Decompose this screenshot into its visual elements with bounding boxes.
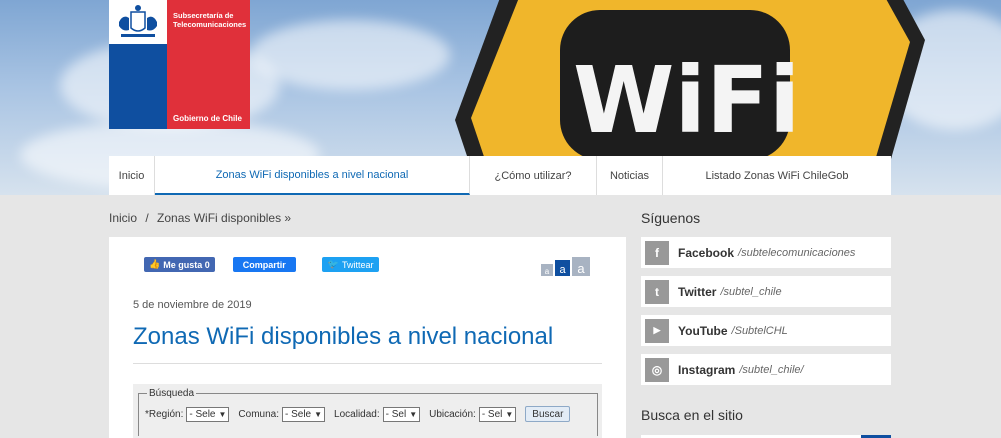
- breadcrumb-home[interactable]: Inicio: [109, 211, 137, 225]
- font-size-controls: a a a: [541, 257, 590, 276]
- region-select[interactable]: - Sele ▼: [186, 406, 230, 422]
- main-nav: Inicio Zonas WiFi disponibles a nivel na…: [109, 156, 891, 195]
- nav-item-como-utilizar[interactable]: ¿Cómo utilizar?: [470, 156, 597, 195]
- localidad-select[interactable]: - Sel ▼: [382, 406, 421, 422]
- article-date: 5 de noviembre de 2019: [133, 299, 252, 311]
- site-search-title: Busca en el sitio: [641, 407, 743, 423]
- instagram-icon: ◎: [645, 357, 669, 382]
- ubicacion-select-value: - Sel: [481, 408, 503, 420]
- logo-shield-area: [109, 0, 167, 44]
- title-divider: [133, 363, 602, 364]
- search-form-container: Búsqueda *Región: - Sele ▼ Comuna: - Sele…: [133, 384, 602, 438]
- chevron-down-icon: ▼: [218, 409, 227, 419]
- svg-text:WiFi: WiFi: [573, 47, 800, 154]
- social-link-youtube[interactable]: ▶ YouTube /SubtelCHL: [641, 315, 891, 346]
- ubicacion-select[interactable]: - Sel ▼: [478, 406, 517, 422]
- buscar-button[interactable]: Buscar: [525, 406, 571, 422]
- twitter-icon: t: [645, 279, 669, 304]
- follow-us-title: Síguenos: [641, 210, 701, 226]
- coat-of-arms-icon: [119, 5, 157, 37]
- gobierno-logo[interactable]: Subsecretaría de Telecomunicaciones Gobi…: [109, 0, 250, 129]
- comuna-select[interactable]: - Sele ▼: [281, 406, 326, 422]
- social-name: Twitter: [678, 284, 717, 299]
- article-card: 👍 Me gusta 0 Compartir 🐦 Twittear a a a …: [109, 237, 626, 438]
- region-select-value: - Sele: [189, 408, 216, 420]
- font-size-small-button[interactable]: a: [541, 264, 553, 276]
- youtube-icon: ▶: [645, 318, 669, 343]
- like-label: Me gusta 0: [163, 259, 210, 270]
- comuna-select-value: - Sele: [284, 408, 312, 420]
- nav-item-zonas-wifi[interactable]: Zonas WiFi disponibles a nivel nacional: [155, 156, 470, 195]
- facebook-share-button[interactable]: Compartir: [232, 257, 296, 272]
- nav-item-inicio[interactable]: Inicio: [109, 156, 155, 195]
- social-handle: /SubtelCHL: [731, 324, 788, 337]
- nav-item-noticias[interactable]: Noticias: [597, 156, 663, 195]
- search-filters: *Región: - Sele ▼ Comuna: - Sele ▼ Localid…: [145, 406, 571, 422]
- social-name: Facebook: [678, 245, 735, 260]
- region-label: *Región:: [145, 408, 184, 420]
- logo-gobierno-text: Gobierno de Chile: [173, 114, 242, 123]
- social-handle: /subtel_chile: [720, 285, 782, 298]
- facebook-like-button[interactable]: 👍 Me gusta 0: [144, 257, 215, 272]
- breadcrumb-separator: /: [145, 211, 149, 225]
- facebook-icon: f: [645, 240, 669, 265]
- page-title: Zonas WiFi disponibles a nivel nacional: [133, 323, 554, 350]
- font-size-large-button[interactable]: a: [572, 257, 590, 276]
- social-name: Instagram: [678, 362, 736, 377]
- nav-item-listado[interactable]: Listado Zonas WiFi ChileGob: [663, 156, 891, 195]
- thumbs-up-icon: 👍: [149, 259, 161, 269]
- logo-red-panel: Subsecretaría de Telecomunicaciones Gobi…: [167, 0, 250, 129]
- twitter-bird-icon: 🐦: [327, 259, 339, 269]
- breadcrumb-current: Zonas WiFi disponibles »: [157, 211, 292, 225]
- social-handle: /subtel_chile/: [739, 363, 804, 376]
- logo-subsecretaria-text: Subsecretaría de Telecomunicaciones: [173, 11, 247, 29]
- localidad-select-value: - Sel: [385, 408, 407, 420]
- comuna-label: Comuna:: [238, 408, 279, 420]
- font-size-medium-button[interactable]: a: [555, 260, 570, 276]
- chevron-down-icon: ▼: [505, 409, 514, 419]
- twitter-tweet-button[interactable]: 🐦 Twittear: [321, 257, 380, 272]
- logo-blue-panel: [109, 0, 167, 129]
- social-link-twitter[interactable]: t Twitter /subtel_chile: [641, 276, 891, 307]
- share-buttons: 👍 Me gusta 0 Compartir 🐦 Twittear: [144, 257, 380, 272]
- breadcrumb: Inicio / Zonas WiFi disponibles »: [109, 211, 296, 225]
- social-name: YouTube: [678, 323, 728, 338]
- chevron-down-icon: ▼: [409, 409, 418, 419]
- localidad-label: Localidad:: [334, 408, 380, 420]
- chevron-down-icon: ▼: [314, 409, 323, 419]
- search-legend: Búsqueda: [149, 388, 195, 399]
- ubicacion-label: Ubicación:: [429, 408, 476, 420]
- social-link-facebook[interactable]: f Facebook /subtelecomunicaciones: [641, 237, 891, 268]
- social-link-instagram[interactable]: ◎ Instagram /subtel_chile/: [641, 354, 891, 385]
- tweet-label: Twittear: [341, 259, 374, 270]
- social-handle: /subtelecomunicaciones: [738, 246, 856, 259]
